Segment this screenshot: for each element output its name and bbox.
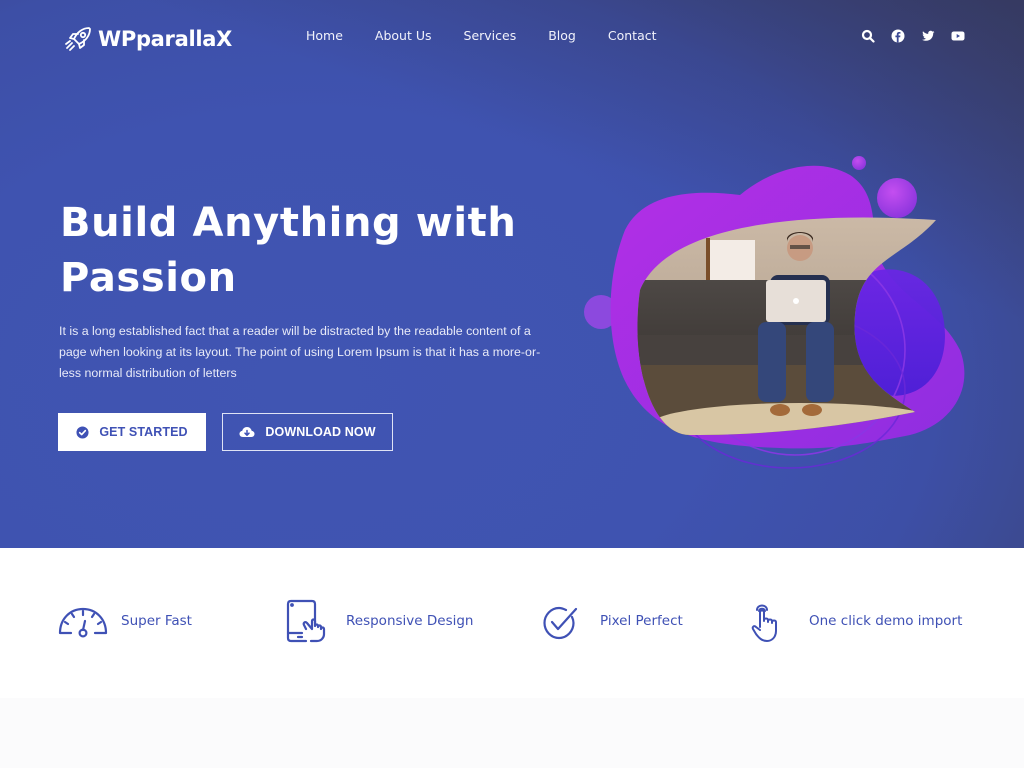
header-icons: [861, 29, 981, 43]
get-started-button[interactable]: GET STARTED: [58, 413, 206, 451]
facebook-link[interactable]: [891, 29, 905, 43]
youtube-link[interactable]: [951, 29, 965, 43]
feature-responsive-design: Responsive Design: [282, 596, 473, 646]
features-row: Super Fast Responsive Design Pixel Perfe…: [0, 596, 1024, 646]
decor-ball-right: [877, 178, 917, 218]
check-circle-outline-icon: [543, 606, 578, 640]
hero-title: Build Anything with Passion: [60, 196, 540, 306]
nav-blog[interactable]: Blog: [548, 28, 576, 43]
site-logo[interactable]: WPparallaX: [62, 22, 232, 56]
feature-super-fast: Super Fast: [57, 596, 192, 646]
brand-name: WPparallaX: [98, 27, 233, 51]
twitter-link[interactable]: [921, 29, 935, 43]
check-circle-icon: [76, 425, 89, 439]
rocket-icon: [65, 27, 91, 51]
hero-description: It is a long established fact that a rea…: [59, 324, 541, 380]
hero-illustration: [584, 156, 965, 469]
speedometer-icon: [58, 607, 108, 638]
nav-contact[interactable]: Contact: [608, 28, 657, 43]
next-section-background: [0, 698, 1024, 768]
hero-title-line1: Build Anything with: [60, 200, 517, 246]
twitter-icon: [922, 30, 935, 41]
download-now-button[interactable]: DOWNLOAD NOW: [222, 413, 393, 451]
feature-label: Responsive Design: [346, 613, 474, 629]
facebook-icon: [891, 29, 905, 43]
nav-services[interactable]: Services: [464, 28, 517, 43]
feature-one-click-demo-import: One click demo import: [745, 596, 962, 646]
hand-pointer-icon: [751, 604, 777, 642]
decor-ball-small: [852, 156, 866, 170]
cloud-download-icon: [239, 427, 255, 437]
nav-about-us[interactable]: About Us: [375, 28, 432, 43]
feature-label: Super Fast: [121, 613, 192, 629]
main-nav: Home About Us Services Blog Contact: [306, 28, 689, 43]
search-icon: [861, 29, 875, 43]
feature-label: One click demo import: [809, 613, 963, 629]
feature-label: Pixel Perfect: [600, 613, 683, 629]
get-started-label: GET STARTED: [99, 425, 188, 439]
download-now-label: DOWNLOAD NOW: [265, 425, 376, 439]
feature-pixel-perfect: Pixel Perfect: [536, 596, 683, 646]
search-button[interactable]: [861, 29, 875, 43]
tablet-touch-icon: [286, 599, 326, 643]
hero-title-line2: Passion: [60, 255, 237, 301]
nav-home[interactable]: Home: [306, 28, 343, 43]
hero-section: WPparallaX Home About Us Services Blog C…: [0, 0, 1024, 548]
youtube-icon: [951, 31, 965, 41]
